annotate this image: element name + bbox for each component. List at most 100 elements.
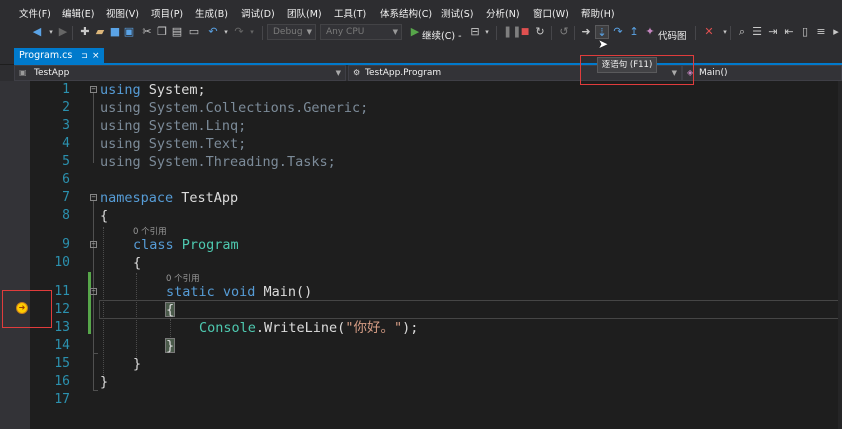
collapse-icon[interactable]: − <box>90 86 97 93</box>
show-next-statement-icon[interactable]: ➜ <box>579 25 593 39</box>
bookmark-icon[interactable]: ▯ <box>798 25 812 39</box>
document-tab-strip: Program.cs ⊐ × <box>0 44 842 64</box>
code-line-3[interactable]: using System.Linq; <box>100 117 246 135</box>
unused-using-keyword: using <box>100 100 141 116</box>
code-line-14[interactable]: } <box>166 337 174 355</box>
indent-icon[interactable]: ⇥ <box>766 25 780 39</box>
annotation-box-tooltip <box>580 55 694 85</box>
csharp-project-icon: ▣ <box>19 68 27 77</box>
menu-build[interactable]: 生成(B) <box>195 6 228 20</box>
menu-window[interactable]: 窗口(W) <box>533 6 569 20</box>
menu-help[interactable]: 帮助(H) <box>581 6 615 20</box>
code-text: Main() <box>255 284 313 300</box>
restart-icon[interactable]: ↻ <box>533 25 547 39</box>
forward-icon[interactable]: ▶ <box>56 25 70 39</box>
hot-reload-icon[interactable]: ↺ <box>557 25 571 39</box>
code-line-2[interactable]: using System.Collections.Generic; <box>100 99 368 117</box>
outdent-icon[interactable]: ⇤ <box>782 25 796 39</box>
code-line-15[interactable]: } <box>133 355 141 373</box>
cut-icon[interactable]: ✂ <box>140 25 154 39</box>
navigation-bar: ▣ TestApp ▼ ⚙ TestApp.Program ▼ ◈ Main() <box>0 65 842 81</box>
breakpoint-toggle-icon[interactable]: ✕ <box>702 25 716 39</box>
menu-project[interactable]: 项目(P) <box>151 6 183 20</box>
save-all-icon[interactable]: ▣ <box>122 25 136 39</box>
line-number: 16 <box>54 374 70 389</box>
step-out-icon[interactable]: ↥ <box>627 25 641 39</box>
line-number: 6 <box>62 172 70 187</box>
new-item-icon[interactable]: ✚ <box>78 25 92 39</box>
undo-dropdown-icon[interactable]: ▾ <box>219 25 233 39</box>
collapse-icon[interactable]: − <box>90 241 97 248</box>
comment-icon[interactable]: ▭ <box>187 25 201 39</box>
line-number: 10 <box>54 255 70 270</box>
toolbar-separator <box>262 26 263 40</box>
solution-config-dropdown[interactable]: Debug ▼ <box>267 24 316 40</box>
menu-bar: 文件(F) 编辑(E) 视图(V) 项目(P) 生成(B) 调试(D) 团队(M… <box>0 0 842 22</box>
vertical-scrollbar[interactable] <box>838 81 842 429</box>
keyword: class <box>133 237 174 253</box>
menu-test[interactable]: 测试(S) <box>441 6 473 20</box>
menu-edit[interactable]: 编辑(E) <box>62 6 94 20</box>
find-icon[interactable]: ⌕ <box>735 25 749 39</box>
code-line-9[interactable]: class Program <box>133 236 239 254</box>
code-line-4[interactable]: using System.Text; <box>100 135 246 153</box>
toolbar-separator <box>551 26 552 40</box>
outline-end <box>93 353 98 354</box>
stop-icon[interactable]: ■ <box>518 25 532 39</box>
undo-icon[interactable]: ↶ <box>206 25 220 39</box>
redo-dropdown-icon[interactable]: ▾ <box>245 25 259 39</box>
code-line-1[interactable]: using System; <box>100 81 206 99</box>
code-map-icon[interactable]: ✦ <box>643 25 657 39</box>
code-map-label[interactable]: 代码图 <box>658 28 687 42</box>
toolbar-overflow-icon[interactable]: ▸ <box>829 25 842 39</box>
open-folder-icon[interactable]: ▰ <box>93 25 107 39</box>
line-number: 7 <box>62 190 70 205</box>
code-text: System.Threading.Tasks; <box>140 154 336 170</box>
menu-analyze[interactable]: 分析(N) <box>486 6 520 20</box>
continue-button-label[interactable]: 继续(C) - <box>422 28 462 42</box>
member-dropdown[interactable]: ◈ Main() <box>682 65 842 81</box>
save-icon[interactable]: ■ <box>108 25 122 39</box>
collapse-icon[interactable]: − <box>90 288 97 295</box>
code-editor[interactable]: 1 2 3 4 5 6 7 8 9 10 11 12 13 14 15 16 1… <box>0 81 842 429</box>
step-over-icon[interactable]: ↷ <box>611 25 625 39</box>
platform-dropdown[interactable]: Any CPU ▼ <box>320 24 402 40</box>
menu-tools[interactable]: 工具(T) <box>334 6 366 20</box>
continue-icon[interactable]: ▶ <box>408 25 422 39</box>
keyword: static void <box>166 284 256 300</box>
code-line-16[interactable]: } <box>100 373 108 391</box>
code-line-5[interactable]: using System.Threading.Tasks; <box>100 153 336 171</box>
menu-debug[interactable]: 调试(D) <box>241 6 275 20</box>
redo-icon[interactable]: ↷ <box>232 25 246 39</box>
keyword: namespace <box>100 190 174 206</box>
menu-file[interactable]: 文件(F) <box>19 6 51 20</box>
collapse-icon[interactable]: − <box>90 194 97 201</box>
tab-program-cs[interactable]: Program.cs ⊐ × <box>14 48 104 64</box>
paste-icon[interactable]: ▤ <box>170 25 184 39</box>
code-line-8[interactable]: { <box>100 207 108 225</box>
uncomment-icon[interactable]: ≡ <box>814 25 828 39</box>
menu-view[interactable]: 视图(V) <box>106 6 139 20</box>
glyph-margin[interactable] <box>0 81 30 429</box>
menu-team[interactable]: 团队(M) <box>287 6 322 20</box>
back-icon[interactable]: ◀ <box>30 25 44 39</box>
toolbar-separator <box>695 26 696 40</box>
project-dropdown[interactable]: ▣ TestApp ▼ <box>14 65 346 81</box>
code-line-11[interactable]: static void Main() <box>166 283 312 301</box>
code-line-12[interactable]: { <box>166 301 174 319</box>
menu-architecture[interactable]: 体系结构(C) <box>380 6 432 20</box>
close-icon[interactable]: × <box>92 48 100 64</box>
toolbar-separator <box>496 26 497 40</box>
pin-icon[interactable]: ⊐ <box>81 48 88 64</box>
dropdown-arrow-icon[interactable]: ▾ <box>480 25 494 39</box>
line-number: 8 <box>62 208 70 223</box>
code-line-10[interactable]: { <box>133 254 141 272</box>
code-line-13[interactable]: Console.WriteLine("你好。"); <box>199 319 418 337</box>
align-left-icon[interactable]: ☰ <box>750 25 764 39</box>
pause-icon[interactable]: ❚❚ <box>503 25 521 39</box>
copy-icon[interactable]: ❐ <box>155 25 169 39</box>
code-line-7[interactable]: namespace TestApp <box>100 189 238 207</box>
type-name: Program <box>173 237 239 253</box>
chevron-down-icon: ▼ <box>306 28 312 36</box>
tab-label: Program.cs <box>19 50 73 61</box>
